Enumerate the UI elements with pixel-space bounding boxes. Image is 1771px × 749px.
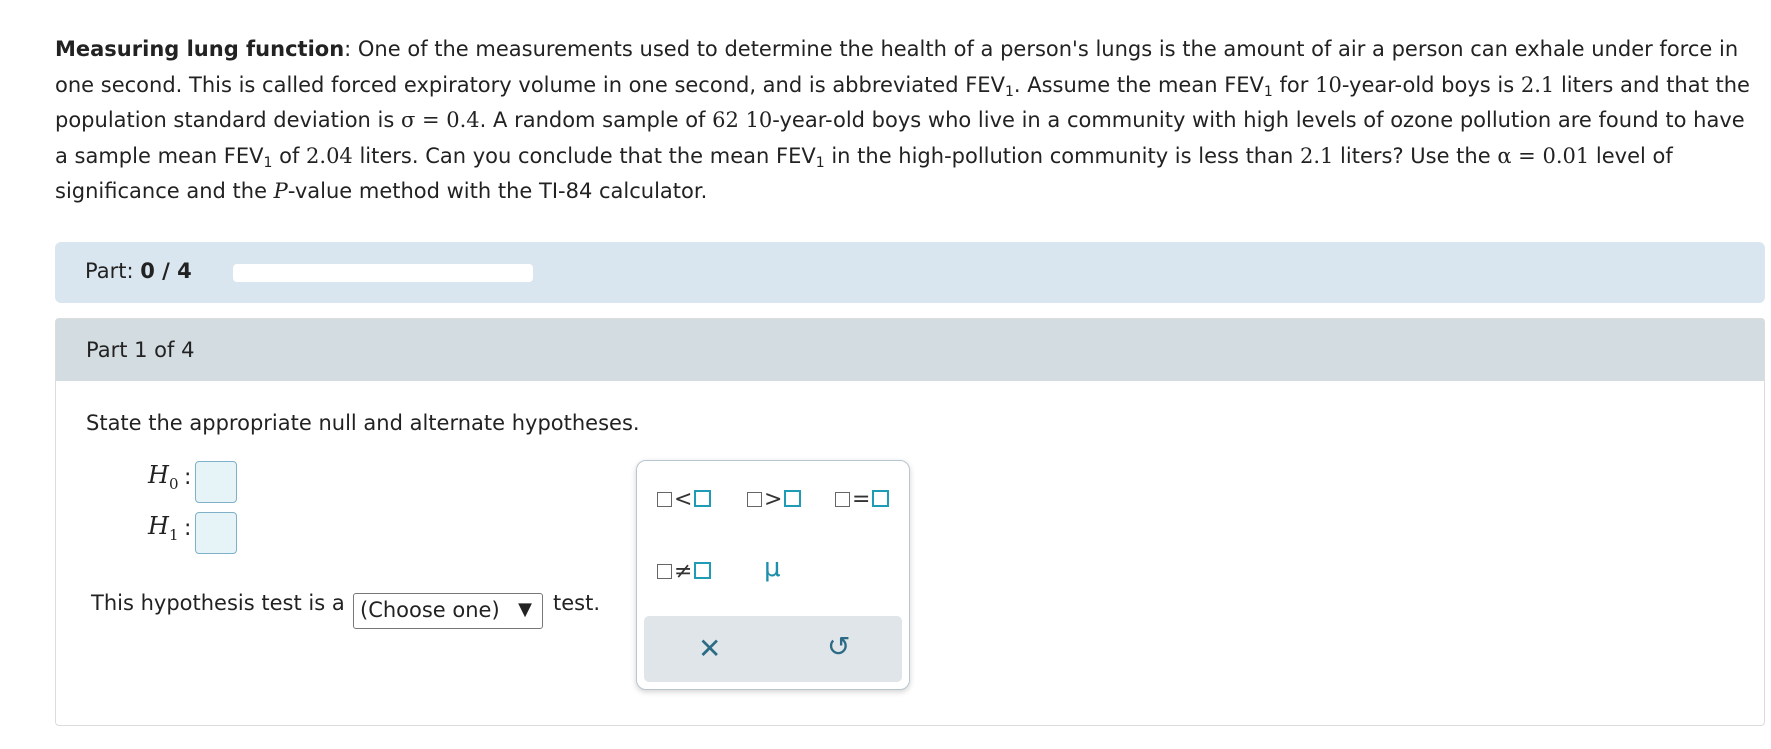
h1-subscript: 1: [168, 525, 179, 544]
math-palette: < > = ≠ μ ✕ ↺: [636, 460, 910, 690]
problem-text: -value method with the TI-84 calculator.: [287, 179, 708, 203]
test-type-prefix: This hypothesis test is a: [91, 591, 345, 615]
h0-subscript: 0: [168, 474, 179, 493]
placeholder-square-icon: [657, 492, 672, 507]
progress-value: 0 / 4: [140, 259, 192, 283]
instruction-text: State the appropriate null and alternate…: [86, 411, 640, 435]
math-sigma: σ = 0.4: [400, 108, 480, 132]
h0-label: H0: [148, 461, 178, 493]
greater-than-button[interactable]: >: [747, 487, 802, 512]
part-header: Part 1 of 4: [56, 319, 1764, 381]
problem-text: liters. Can you conclude that the mean F…: [352, 143, 816, 168]
test-type-suffix: test.: [553, 591, 601, 615]
part-title: Part 1 of 4: [86, 338, 195, 362]
clear-icon[interactable]: ✕: [698, 632, 721, 665]
math-alpha: α = 0.01: [1497, 143, 1590, 168]
undo-icon[interactable]: ↺: [827, 630, 850, 663]
subscript: 1: [1263, 83, 1273, 100]
h1-answer-box[interactable]: [195, 512, 237, 554]
problem-text: liters? Use the: [1333, 143, 1498, 168]
greater-symbol: >: [764, 487, 783, 512]
subscript: 1: [1004, 83, 1014, 100]
h0-colon: :: [184, 465, 192, 490]
problem-text: . Assume the mean FEV: [1013, 72, 1264, 97]
problem-statement: Measuring lung function: One of the meas…: [55, 32, 1755, 210]
less-symbol: <: [674, 487, 693, 512]
problem-text: -year-old boys is: [1341, 72, 1521, 97]
placeholder-square-icon: [784, 490, 802, 507]
problem-text: for: [1272, 72, 1316, 97]
h1-letter: H: [148, 512, 169, 540]
h1-colon: :: [184, 516, 192, 541]
placeholder-square-icon: [694, 562, 712, 579]
placeholder-square-icon: [872, 490, 890, 507]
select-value: (Choose one): [360, 598, 500, 622]
math-number: 62: [712, 108, 739, 132]
problem-text: in the high-pollution community is less …: [824, 143, 1300, 168]
h0-letter: H: [148, 461, 169, 489]
math-number: 2.04: [306, 143, 353, 168]
test-type-select[interactable]: (Choose one) ▼: [353, 593, 543, 629]
math-number: 2.1: [1520, 72, 1555, 97]
less-than-button[interactable]: <: [657, 487, 712, 512]
progress-track: [233, 264, 533, 282]
h1-label: H1: [148, 512, 178, 544]
mu-button[interactable]: μ: [764, 553, 781, 583]
dropdown-arrow-icon: ▼: [518, 599, 532, 620]
equal-button[interactable]: =: [835, 487, 890, 512]
equal-symbol: =: [852, 487, 871, 512]
math-number: 2.1: [1299, 143, 1334, 168]
placeholder-square-icon: [835, 492, 850, 507]
progress-label: Part: 0 / 4: [85, 259, 192, 283]
h0-answer-box[interactable]: [195, 461, 237, 503]
problem-title: Measuring lung function: [55, 37, 345, 61]
progress-label-text: Part:: [85, 259, 134, 283]
math-number: 10: [1315, 72, 1342, 97]
not-equal-symbol: ≠: [674, 559, 693, 584]
problem-text: of: [272, 143, 307, 168]
progress-bar: Part: 0 / 4: [55, 242, 1765, 303]
palette-footer: ✕ ↺: [644, 616, 902, 682]
not-equal-button[interactable]: ≠: [657, 559, 712, 584]
math-p: P: [273, 179, 288, 203]
placeholder-square-icon: [747, 492, 762, 507]
part-card: Part 1 of 4 State the appropriate null a…: [55, 318, 1765, 726]
math-number: 10: [745, 108, 773, 132]
problem-text: . A random sample of: [479, 108, 713, 132]
placeholder-square-icon: [694, 490, 712, 507]
subscript: 1: [815, 154, 825, 171]
placeholder-square-icon: [657, 564, 672, 579]
